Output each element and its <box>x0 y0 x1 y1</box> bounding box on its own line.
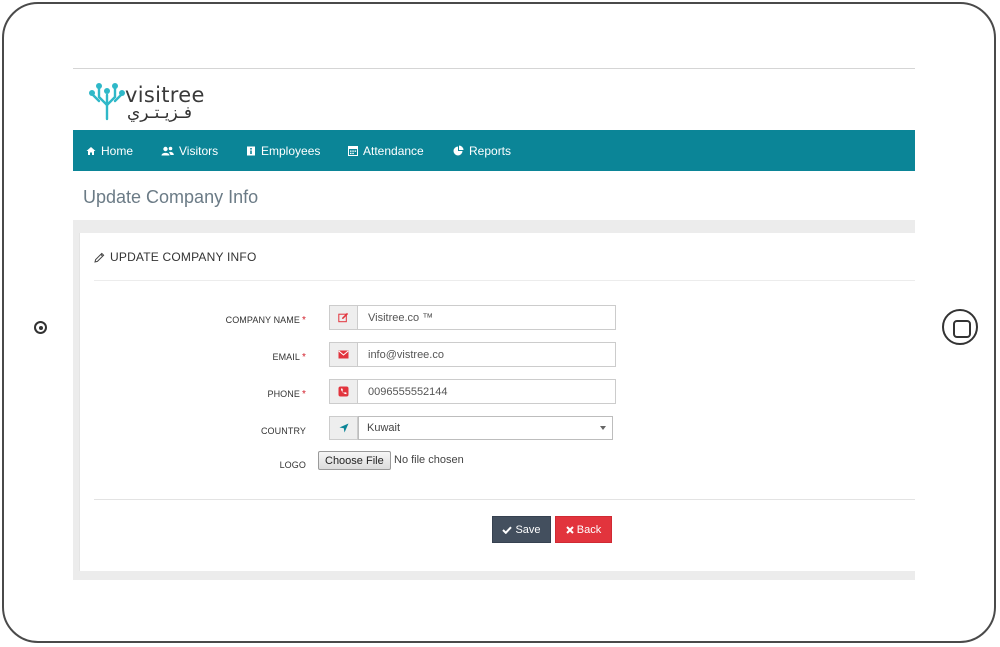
page-title-bar: Update Company Info <box>73 171 915 220</box>
app-header: visitree فـزيـتـري <box>73 69 915 130</box>
panel-title: UPDATE COMPANY INFO <box>110 250 257 264</box>
home-button[interactable] <box>942 309 978 345</box>
check-icon <box>502 526 513 534</box>
nav-label-employees: Employees <box>261 143 321 158</box>
phone-label-text: PHONE <box>267 389 300 399</box>
company-name-input[interactable]: Visitree.co ™ <box>358 305 616 330</box>
nav-label-home: Home <box>101 143 134 158</box>
form-panel: UPDATE COMPANY INFO COMPANY NAME * Visitr… <box>79 233 915 571</box>
country-label: COUNTRY <box>260 426 306 436</box>
divider <box>94 499 915 500</box>
company-name-label-text: COMPANY NAME <box>225 315 300 325</box>
company-name-label: COMPANY NAME * <box>136 315 306 326</box>
logo-arabic-text: فـزيـتـري <box>127 103 192 123</box>
email-addon <box>329 342 358 367</box>
envelope-icon <box>338 350 349 359</box>
users-icon <box>161 146 174 155</box>
email-label-text: EMAIL <box>272 352 300 362</box>
back-button[interactable]: Back <box>555 516 612 543</box>
email-label: EMAIL * <box>136 352 306 363</box>
main-nav: Home Visitors Employees Attendance Repor… <box>73 130 915 171</box>
choose-file-button[interactable]: Choose File <box>318 451 391 470</box>
close-icon <box>566 525 574 534</box>
calendar-icon <box>348 146 358 156</box>
chevron-down-icon <box>600 426 606 430</box>
required-marker: * <box>302 315 306 326</box>
save-button[interactable]: Save <box>492 516 551 543</box>
nav-item-home[interactable]: Home <box>86 130 133 171</box>
id-card-icon <box>247 146 255 155</box>
email-input[interactable]: info@vistree.co <box>358 342 616 367</box>
back-label: Back <box>576 523 602 536</box>
company-name-addon <box>329 305 358 330</box>
required-marker: * <box>302 352 306 363</box>
required-marker: * <box>302 389 306 400</box>
phone-icon <box>338 386 349 397</box>
nav-label-reports: Reports <box>469 143 512 158</box>
file-status: No file chosen <box>394 454 464 466</box>
home-icon <box>86 146 96 155</box>
location-arrow-icon <box>339 423 348 433</box>
country-selected-value: Kuwait <box>367 422 401 434</box>
nav-label-visitors: Visitors <box>179 143 219 158</box>
pie-chart-icon <box>453 145 464 156</box>
phone-input[interactable]: 0096555552144 <box>358 379 616 404</box>
logo[interactable]: visitree فـزيـتـري <box>89 81 229 125</box>
nav-item-visitors[interactable]: Visitors <box>161 130 218 171</box>
pencil-icon <box>94 252 105 263</box>
nav-item-employees[interactable]: Employees <box>246 130 320 171</box>
app-screen: visitree فـزيـتـري Home Visitors Employe… <box>73 68 915 580</box>
divider <box>94 280 915 281</box>
nav-item-reports[interactable]: Reports <box>453 130 511 171</box>
page-title: Update Company Info <box>83 187 259 207</box>
country-select[interactable]: Kuwait <box>358 416 613 440</box>
save-label: Save <box>515 523 541 536</box>
country-addon <box>329 416 358 440</box>
edit-icon <box>338 312 349 323</box>
phone-label: PHONE * <box>136 389 306 400</box>
logo-label: LOGO <box>279 460 306 470</box>
nav-label-attendance: Attendance <box>363 143 424 158</box>
nav-item-attendance[interactable]: Attendance <box>348 130 424 171</box>
tree-logo-icon <box>89 83 125 121</box>
panel-header: UPDATE COMPANY INFO <box>94 250 256 264</box>
phone-addon <box>329 379 358 404</box>
camera-icon <box>34 321 47 334</box>
